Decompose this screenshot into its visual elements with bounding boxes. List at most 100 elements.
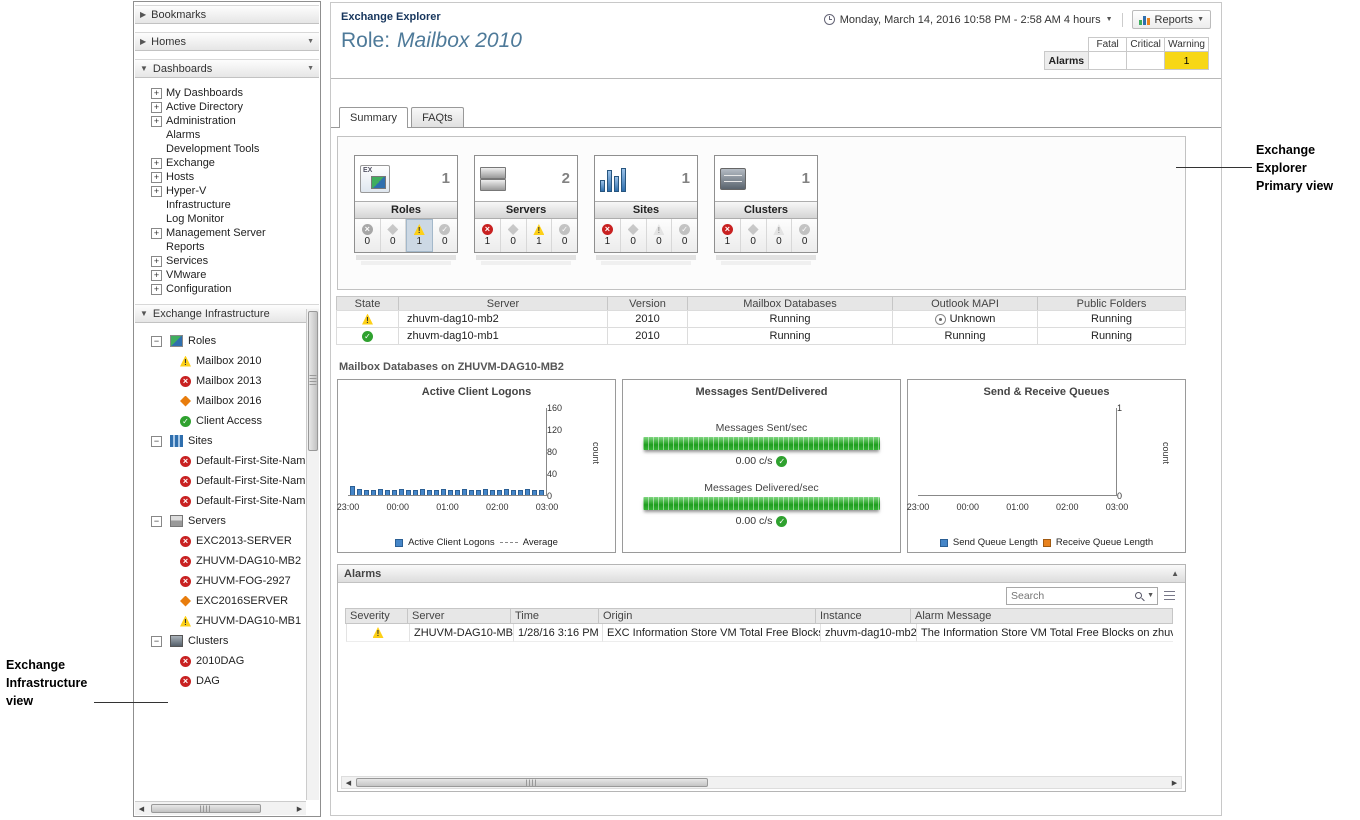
alarms-horizontal-scrollbar[interactable]: ◀ ▶ [341,776,1182,789]
collapse-minus-icon[interactable] [151,636,162,647]
column-header[interactable]: Severity [345,608,408,624]
column-header[interactable]: Server [407,608,511,624]
expand-plus-icon[interactable] [151,186,162,197]
alarm-count-critical[interactable] [1127,52,1165,70]
infra-group-roles[interactable]: Roles [134,331,306,351]
tile-status-normal[interactable]: 0 [552,219,577,252]
sidebar-item-administration[interactable]: Administration [134,114,320,128]
tab-faqts[interactable]: FAQts [411,107,464,127]
tile-status-warning[interactable]: 1 [527,219,553,252]
sidebar-item-hosts[interactable]: Hosts [134,170,320,184]
tile-status-normal[interactable]: 0 [672,219,697,252]
infra-item[interactable]: Default-First-Site-Nam [134,491,306,511]
sidebar-section-exchange-infrastructure[interactable]: ▼ Exchange Infrastructure [135,304,319,323]
tile-clusters[interactable]: 1 Clusters 1 0 0 0 [714,155,818,265]
tile-status-critical[interactable]: 0 [621,219,647,252]
column-header[interactable]: Origin [598,608,816,624]
infra-item[interactable]: DAG [134,671,306,691]
scroll-left-icon[interactable]: ◀ [135,803,148,814]
sidebar-horizontal-scrollbar[interactable]: ◀ ▶ [135,801,306,815]
infra-item[interactable]: 2010DAG [134,651,306,671]
sidebar-item-infrastructure[interactable]: Infrastructure [134,198,320,212]
tile-status-warning[interactable]: 0 [647,219,673,252]
tile-status-normal[interactable]: 0 [433,219,458,252]
tile-status-warning[interactable]: 0 [767,219,793,252]
alarm-count-fatal[interactable] [1089,52,1127,70]
scroll-right-icon[interactable]: ▶ [1168,777,1181,788]
tab-summary[interactable]: Summary [339,107,408,128]
server-name-cell[interactable]: zhuvm-dag10-mb2 [398,310,608,328]
infra-item[interactable]: ZHUVM-DAG10-MB1 [134,611,306,631]
collapse-minus-icon[interactable] [151,336,162,347]
expand-plus-icon[interactable] [151,270,162,281]
collapse-minus-icon[interactable] [151,436,162,447]
tile-status-fatal[interactable]: 1 [595,219,621,252]
sidebar-item-alarms[interactable]: Alarms [134,128,320,142]
sidebar-item-log-monitor[interactable]: Log Monitor [134,212,320,226]
search-input[interactable] [1007,590,1131,602]
tile-status-fatal[interactable]: 1 [475,219,501,252]
section-menu-icon[interactable]: ▼ [307,38,314,45]
chevron-down-icon[interactable]: ▼ [1106,16,1113,23]
column-options-icon[interactable] [1164,591,1175,600]
infra-item[interactable]: Mailbox 2016 [134,391,306,411]
column-header[interactable]: Instance [815,608,911,624]
time-range-selector[interactable]: Monday, March 14, 2016 10:58 PM - 2:58 A… [840,14,1101,26]
sidebar-item-reports[interactable]: Reports [134,240,320,254]
scrollbar-thumb[interactable] [356,778,708,787]
infra-item[interactable]: EXC2016SERVER [134,591,306,611]
infra-item[interactable]: Default-First-Site-Nam [134,471,306,491]
sidebar-item-configuration[interactable]: Configuration [134,282,320,296]
scrollbar-thumb[interactable] [308,311,318,451]
tile-status-critical[interactable]: 0 [741,219,767,252]
sidebar-item-my-dashboards[interactable]: My Dashboards [134,86,320,100]
expand-plus-icon[interactable] [151,228,162,239]
infra-group-sites[interactable]: Sites [134,431,306,451]
sidebar-item-active-directory[interactable]: Active Directory [134,100,320,114]
expand-plus-icon[interactable] [151,102,162,113]
collapse-arrow-icon[interactable]: ▲ [1171,569,1179,578]
infra-group-clusters[interactable]: Clusters [134,631,306,651]
sidebar-section-homes[interactable]: ▶ Homes ▼ [135,32,319,51]
sidebar-section-dashboards[interactable]: ▼ Dashboards ▼ [135,59,319,78]
sidebar-item-services[interactable]: Services [134,254,320,268]
alarms-panel-header[interactable]: Alarms ▲ [338,565,1185,583]
table-row[interactable]: zhuvm-dag10-mb2 2010 Running Unknown Run… [337,311,1186,328]
infra-item[interactable]: Client Access [134,411,306,431]
tile-servers[interactable]: 2 Servers 1 0 1 0 [474,155,578,265]
expand-plus-icon[interactable] [151,116,162,127]
collapse-minus-icon[interactable] [151,516,162,527]
expand-plus-icon[interactable] [151,158,162,169]
infra-item[interactable]: Mailbox 2010 [134,351,306,371]
scroll-left-icon[interactable]: ◀ [342,777,355,788]
infra-item[interactable]: ZHUVM-DAG10-MB2 [134,551,306,571]
sidebar-section-bookmarks[interactable]: ▶ Bookmarks [135,5,319,24]
scroll-right-icon[interactable]: ▶ [293,803,306,814]
column-header[interactable]: Time [510,608,599,624]
sidebar-item-vmware[interactable]: VMware [134,268,320,282]
sidebar-item-management-server[interactable]: Management Server [134,226,320,240]
infra-item[interactable]: Mailbox 2013 [134,371,306,391]
column-header[interactable]: Alarm Message [910,608,1173,624]
tile-status-warning[interactable]: 1 [406,219,433,252]
sidebar-item-exchange[interactable]: Exchange [134,156,320,170]
server-name-cell[interactable]: zhuvm-dag10-mb1 [398,327,608,345]
alarm-count-warning[interactable]: 1 [1165,52,1209,70]
sidebar-item-development-tools[interactable]: Development Tools [134,142,320,156]
tile-status-normal[interactable]: 0 [792,219,817,252]
expand-plus-icon[interactable] [151,172,162,183]
infra-item[interactable]: EXC2013-SERVER [134,531,306,551]
table-row[interactable]: zhuvm-dag10-mb1 2010 Running Running Run… [337,328,1186,345]
reports-button[interactable]: Reports ▼ [1132,10,1211,29]
table-row[interactable]: ZHUVM-DAG10-MB2 1/28/16 3:16 PM EXC Info… [346,624,1173,642]
sidebar-item-hyper-v[interactable]: Hyper-V [134,184,320,198]
expand-plus-icon[interactable] [151,88,162,99]
sidebar-vertical-scrollbar[interactable] [306,309,319,800]
chevron-down-icon[interactable]: ▼ [1147,592,1154,599]
tile-roles[interactable]: 1 Roles 0 0 1 0 [354,155,458,265]
tile-status-critical[interactable]: 0 [381,219,407,252]
section-menu-icon[interactable]: ▼ [307,65,314,72]
expand-plus-icon[interactable] [151,284,162,295]
tile-status-critical[interactable]: 0 [501,219,527,252]
tile-status-fatal[interactable]: 0 [355,219,381,252]
